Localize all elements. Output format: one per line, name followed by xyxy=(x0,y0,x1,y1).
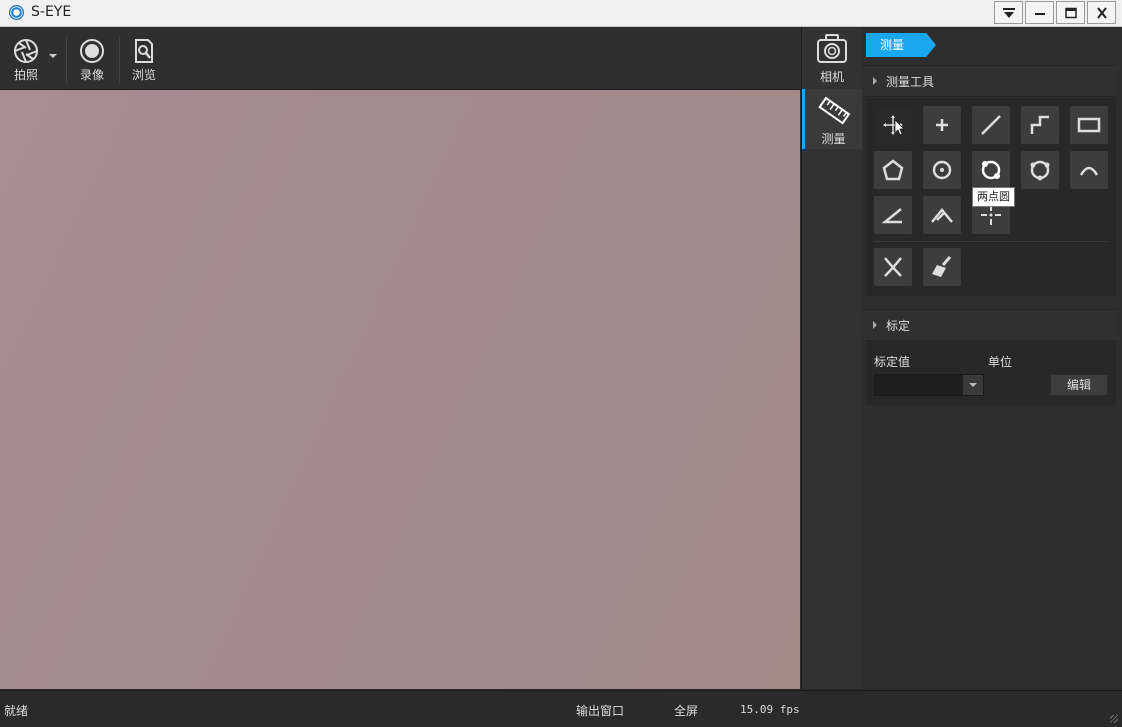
toolbar-divider xyxy=(66,37,67,83)
calibration-header[interactable]: 标定 xyxy=(862,309,1118,341)
center-circle-icon xyxy=(932,160,952,180)
fullscreen-button[interactable]: 全屏 xyxy=(674,702,698,719)
close-button[interactable] xyxy=(1087,1,1116,24)
maximize-button[interactable] xyxy=(1056,1,1085,24)
tool-polygon[interactable] xyxy=(874,151,912,189)
snapshot-button[interactable]: 拍照 xyxy=(6,27,46,89)
minimize-button[interactable] xyxy=(1025,1,1054,24)
nav-item-measure[interactable]: 测量 xyxy=(802,89,862,149)
expand-arrow-icon xyxy=(873,321,877,329)
tool-angle[interactable] xyxy=(874,196,912,234)
camera-icon xyxy=(817,34,847,63)
status-text: 就绪 xyxy=(4,704,29,718)
toolbar-divider xyxy=(119,37,120,83)
calibration-value-select[interactable] xyxy=(874,374,984,396)
snapshot-label: 拍照 xyxy=(13,68,38,82)
record-button[interactable]: 录像 xyxy=(72,27,112,89)
menu-dropdown-icon xyxy=(1003,8,1015,18)
camera-preview[interactable] xyxy=(0,90,800,689)
tool-select[interactable] xyxy=(874,106,912,144)
nav-item-camera[interactable]: 相机 xyxy=(802,27,862,87)
delete-measure-icon xyxy=(884,257,902,277)
unit-label: 单位 xyxy=(988,355,1013,369)
point-icon xyxy=(936,119,948,131)
three-point-circle-icon xyxy=(1030,160,1050,181)
angle-icon xyxy=(881,208,902,224)
browse-label: 浏览 xyxy=(131,68,156,82)
tab-measure[interactable]: 测量 xyxy=(866,33,936,57)
close-icon xyxy=(1097,7,1107,19)
chevron-down-icon[interactable] xyxy=(963,375,983,395)
calibration-section: 标定值 单位 编辑 xyxy=(866,341,1116,405)
calibration-title: 标定 xyxy=(886,319,911,333)
expand-arrow-icon xyxy=(873,77,877,85)
app-logo-icon xyxy=(9,5,24,20)
select-move-icon xyxy=(883,115,905,136)
status-bar: 就绪 输出窗口 全屏 15.09 fps xyxy=(0,690,1122,727)
browse-file-icon xyxy=(135,39,153,63)
polygon-icon xyxy=(882,159,904,181)
ruler-icon xyxy=(817,96,850,125)
calibration-value-label: 标定值 xyxy=(874,355,911,369)
menu-dropdown-button[interactable] xyxy=(994,1,1023,24)
polyline-icon xyxy=(1030,115,1049,134)
side-nav: 相机 测量 xyxy=(801,27,863,689)
record-icon xyxy=(80,39,104,63)
clear-all-icon xyxy=(932,256,952,277)
tool-arc[interactable] xyxy=(1070,151,1108,189)
measure-panel: 测量 测量工具 标定 标定值 单位 编辑 xyxy=(862,27,1122,689)
aperture-icon xyxy=(14,39,38,63)
title-bar: S-EYE xyxy=(0,0,1122,27)
tool-center-circle[interactable] xyxy=(923,151,961,189)
tool-rectangle[interactable] xyxy=(1070,106,1108,144)
tool-polyline[interactable] xyxy=(1021,106,1059,144)
two-point-circle-icon xyxy=(981,160,1001,180)
four-point-angle-icon xyxy=(931,208,953,223)
browse-button[interactable]: 浏览 xyxy=(124,27,164,89)
tool-point[interactable] xyxy=(923,106,961,144)
tool-tooltip: 两点圆 xyxy=(972,187,1015,207)
edit-button[interactable]: 编辑 xyxy=(1050,374,1108,396)
app-title: S-EYE xyxy=(31,4,72,20)
rectangle-icon xyxy=(1077,117,1101,133)
main-toolbar: 拍照 录像 浏览 xyxy=(0,27,801,90)
measure-tools-title: 测量工具 xyxy=(886,75,935,89)
measure-tools-header[interactable]: 测量工具 xyxy=(862,65,1118,97)
resize-grip-icon[interactable] xyxy=(1110,715,1118,723)
snapshot-dropdown-icon[interactable] xyxy=(49,54,57,58)
tool-two-point-circle[interactable] xyxy=(972,151,1010,189)
tools-divider xyxy=(874,241,1108,242)
nav-label-measure: 测量 xyxy=(821,132,846,146)
tool-three-point-circle[interactable] xyxy=(1021,151,1059,189)
record-label: 录像 xyxy=(79,68,104,82)
tool-line[interactable] xyxy=(972,106,1010,144)
output-window-button[interactable]: 输出窗口 xyxy=(576,702,624,719)
tool-four-point-angle[interactable] xyxy=(923,196,961,234)
line-icon xyxy=(981,115,1001,135)
nav-label-camera: 相机 xyxy=(819,70,844,84)
tool-clear-all[interactable] xyxy=(923,248,961,286)
maximize-icon xyxy=(1065,7,1077,19)
fps-readout: 15.09 fps xyxy=(740,703,800,716)
tool-delete-measure[interactable] xyxy=(874,248,912,286)
arc-icon xyxy=(1079,166,1099,176)
minimize-icon xyxy=(1035,13,1045,15)
